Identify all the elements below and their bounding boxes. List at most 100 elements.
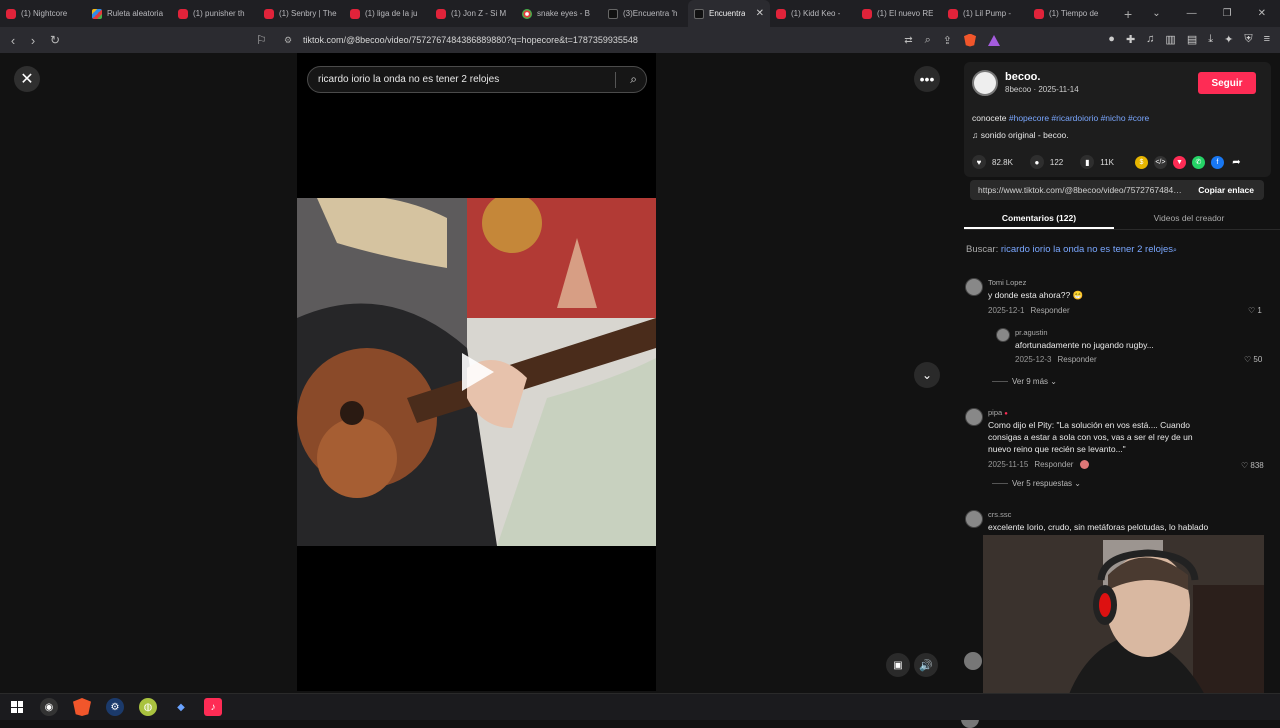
volume-button[interactable]: 🔊	[914, 653, 938, 677]
browser-tab[interactable]: (1) Lil Pump -	[942, 0, 1028, 27]
hashtag-link[interactable]: #nicho	[1101, 113, 1126, 123]
browser-tab[interactable]: (1) Tiempo de	[1028, 0, 1114, 27]
save-button[interactable]: ▮ 11K	[1080, 155, 1114, 169]
browser-tab[interactable]: (1) El nuevo RE	[856, 0, 942, 27]
zoom-icon[interactable]: ⌕	[925, 34, 931, 47]
download-icon[interactable]: ⤓	[1208, 33, 1213, 46]
comment-username[interactable]: crs.ssc	[988, 510, 1011, 519]
browser-tab[interactable]: (1) Nightcore	[0, 0, 86, 27]
reload-icon[interactable]: ↻	[45, 33, 65, 47]
forward-icon[interactable]: ›	[23, 33, 43, 48]
comment-like-button[interactable]: ♡ 50	[1244, 355, 1262, 364]
app-icon[interactable]: ◆	[172, 698, 190, 716]
view-more-label[interactable]: Ver 9 más	[1012, 377, 1048, 386]
like-button[interactable]: ♥ 82.8K	[972, 155, 1013, 169]
follow-button[interactable]: Seguir	[1198, 72, 1256, 94]
tab-search-icon[interactable]: ⌄	[1152, 8, 1160, 19]
share-arrow-icon[interactable]: ➦	[1230, 156, 1243, 169]
browser-tab[interactable]: snake eyes - B	[516, 0, 602, 27]
maximize-icon[interactable]: ❐	[1223, 8, 1232, 19]
author-avatar[interactable]	[972, 70, 998, 96]
sidebar-icon[interactable]: ▥	[1165, 33, 1175, 46]
repost-icon[interactable]: ▼	[1172, 155, 1186, 169]
browser-tab-active[interactable]: Encuentra ✕	[688, 0, 770, 27]
video-link-url[interactable]: https://www.tiktok.com/@8becoo/video/757…	[970, 185, 1182, 195]
close-window-icon[interactable]: ✕	[1258, 8, 1266, 19]
search-input[interactable]: ricardo iorio la onda no es tener 2 relo…	[307, 66, 647, 93]
whatsapp-icon[interactable]: ✆	[1191, 155, 1205, 169]
magic-icon[interactable]: ✦	[1224, 33, 1233, 46]
more-options-button[interactable]: •••	[914, 66, 940, 92]
video-player[interactable]	[297, 198, 656, 546]
avatar[interactable]	[965, 408, 983, 426]
tab-creator-videos[interactable]: Videos del creador	[1114, 208, 1264, 229]
next-video-button[interactable]: ⌄	[914, 362, 940, 388]
avatar[interactable]	[964, 652, 982, 670]
tiktok-icon[interactable]: ♪	[204, 698, 222, 716]
minimize-icon[interactable]: —	[1187, 8, 1197, 19]
search-input-value[interactable]: ricardo iorio la onda no es tener 2 relo…	[318, 74, 499, 85]
avatar[interactable]	[996, 328, 1010, 342]
address-bar[interactable]: ⚐ ⚙ tiktok.com/@8becoo/video/75727674843…	[250, 30, 1000, 50]
browser-tab[interactable]: (3)Encuentra 'h	[602, 0, 688, 27]
view-more-label[interactable]: Ver 5 respuestas	[1012, 479, 1072, 488]
start-button[interactable]	[8, 698, 26, 716]
menu-icon[interactable]: ≡	[1264, 33, 1270, 46]
wallet-icon[interactable]: ▤	[1187, 33, 1197, 46]
comment-button[interactable]: ● 122	[1029, 155, 1063, 169]
hashtag-link[interactable]: #core	[1128, 113, 1149, 123]
browser-tab[interactable]: (1) Jon Z - Si M	[430, 0, 516, 27]
puzzle-icon[interactable]: ✚	[1126, 33, 1135, 46]
share-icon[interactable]: ⇪	[943, 34, 952, 47]
site-info-icon[interactable]: ⚙	[284, 35, 292, 46]
vpn-icon[interactable]: ⛨	[1244, 33, 1252, 46]
facebook-icon[interactable]: f	[1210, 155, 1224, 169]
view-more-replies[interactable]: Ver 9 más ⌄	[992, 377, 1057, 386]
brave-rewards-icon[interactable]	[988, 34, 1000, 46]
embed-icon[interactable]: </>	[1153, 155, 1167, 169]
browser-tab[interactable]: (1) punisher th	[172, 0, 258, 27]
close-button[interactable]: ✕	[14, 66, 40, 92]
avatar[interactable]	[965, 510, 983, 528]
browser-tab[interactable]: (1) Senbry | The	[258, 0, 344, 27]
hashtag-link[interactable]: #ricardoiorio	[1051, 113, 1098, 123]
coin-icon[interactable]: $	[1134, 155, 1148, 169]
music-title[interactable]: sonido original - becoo.	[981, 130, 1069, 140]
music-icon[interactable]: ♫	[1146, 33, 1154, 46]
comment-like-button[interactable]: ♡ 1	[1248, 306, 1262, 315]
view-more-replies[interactable]: Ver 5 respuestas ⌄	[992, 479, 1081, 488]
avatar[interactable]	[965, 278, 983, 296]
url-text[interactable]: tiktok.com/@8becoo/video/757276748438688…	[303, 35, 638, 45]
related-search-link[interactable]: ricardo iorio la onda no es tener 2 relo…	[1001, 244, 1173, 255]
obs-icon[interactable]: ◉	[40, 698, 58, 716]
close-tab-icon[interactable]: ✕	[756, 8, 764, 19]
play-icon[interactable]	[462, 353, 494, 391]
author-handle[interactable]: 8becoo	[1005, 85, 1031, 94]
reply-button[interactable]: Responder	[1057, 355, 1096, 364]
comment-username[interactable]: pipa	[988, 408, 1002, 417]
new-tab-icon[interactable]: +	[1124, 6, 1132, 22]
music-info[interactable]: ♫ sonido original - becoo.	[972, 130, 1069, 140]
reply-button[interactable]: Responder	[1034, 460, 1073, 469]
extension-icon[interactable]: ●	[1108, 33, 1115, 46]
copy-link-button[interactable]: Copiar enlace	[1198, 185, 1264, 195]
bookmark-icon[interactable]: ⚐	[256, 33, 267, 47]
search-icon[interactable]: ⌕	[630, 72, 637, 87]
steam-icon[interactable]: ⚙	[106, 698, 124, 716]
author-name[interactable]: becoo.	[1005, 71, 1040, 83]
brave-shields-icon[interactable]	[964, 33, 976, 47]
tab-comments[interactable]: Comentarios (122)	[964, 208, 1114, 229]
browser-tab[interactable]: (1) liga de la ju	[344, 0, 430, 27]
comment-username[interactable]: pr.agustin	[1015, 328, 1048, 337]
reply-button[interactable]: Responder	[1030, 306, 1069, 315]
back-icon[interactable]: ‹	[3, 33, 23, 48]
hashtag-link[interactable]: #hopecore	[1009, 113, 1049, 123]
browser-tab[interactable]: Ruleta aleatoria	[86, 0, 172, 27]
picture-in-picture-button[interactable]: ▣	[886, 653, 910, 677]
browser-tab[interactable]: (1) Kidd Keo -	[770, 0, 856, 27]
app-icon[interactable]: ◍	[139, 698, 157, 716]
comment-like-button[interactable]: ♡ 838	[1241, 461, 1264, 470]
brave-browser-icon[interactable]	[73, 698, 91, 716]
translate-icon[interactable]: ⇄	[904, 35, 912, 46]
comment-username[interactable]: Tomi Lopez	[988, 278, 1026, 287]
